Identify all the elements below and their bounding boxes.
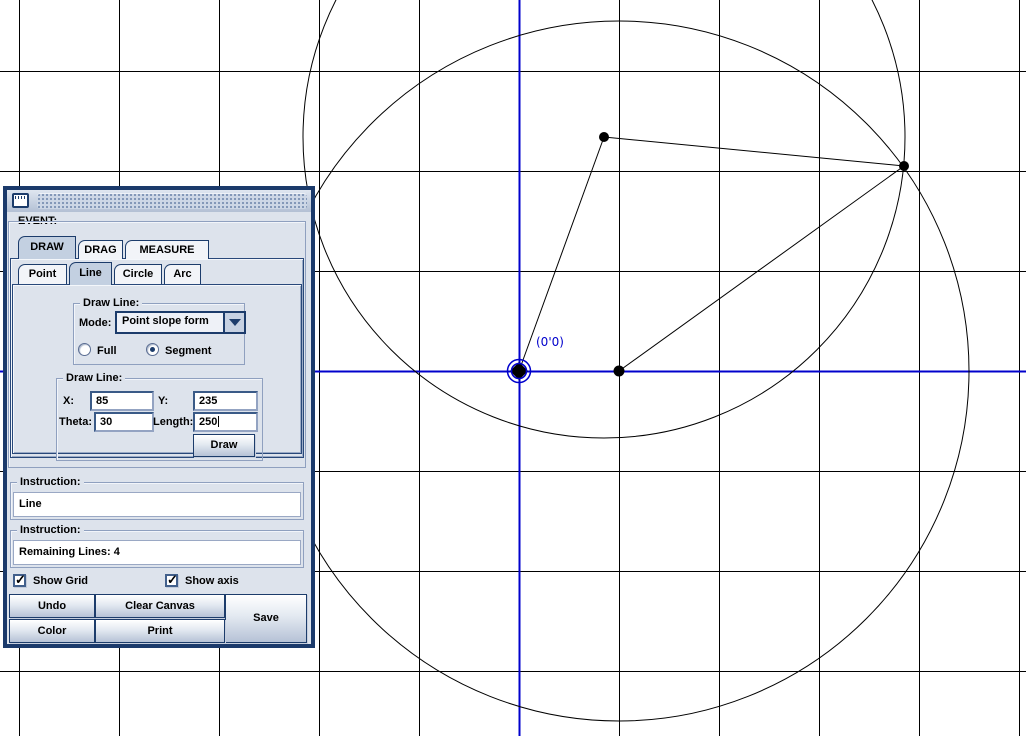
title-bar-texture[interactable] bbox=[37, 193, 307, 209]
instruction1-value: Line bbox=[19, 498, 42, 510]
print-button-label: Print bbox=[147, 625, 173, 637]
color-button[interactable]: Color bbox=[9, 619, 95, 643]
tool-palette-window: EVENT: DRAW DRAG MEASURE Point Line Circ… bbox=[3, 186, 315, 648]
subtab-line[interactable]: Line bbox=[69, 262, 112, 285]
radio-segment-label: Segment bbox=[165, 345, 212, 357]
x-input-value: 85 bbox=[96, 395, 109, 407]
length-input[interactable]: 250 bbox=[193, 412, 258, 432]
app-root: { "panel": { "event_label": "EVENT:", "t… bbox=[0, 0, 1026, 736]
radio-full[interactable] bbox=[78, 343, 91, 356]
mode-combobox-value: Point slope form bbox=[122, 315, 209, 327]
theta-input-value: 30 bbox=[100, 416, 113, 428]
subtab-circle[interactable]: Circle bbox=[114, 264, 162, 285]
chevron-down-icon bbox=[229, 319, 241, 326]
mode-group-title: Draw Line: bbox=[80, 297, 143, 309]
subtab-point[interactable]: Point bbox=[18, 264, 67, 285]
y-input[interactable]: 235 bbox=[193, 391, 258, 411]
length-label: Length: bbox=[153, 416, 194, 428]
tab-measure-label: MEASURE bbox=[139, 244, 195, 256]
undo-button[interactable]: Undo bbox=[9, 594, 95, 618]
tab-drag[interactable]: DRAG bbox=[78, 240, 123, 259]
window-icon-strip bbox=[15, 196, 26, 199]
tab-measure[interactable]: MEASURE bbox=[125, 240, 209, 259]
color-button-label: Color bbox=[37, 625, 67, 637]
x-input[interactable]: 85 bbox=[90, 391, 154, 411]
point-top[interactable] bbox=[599, 132, 609, 142]
theta-input[interactable]: 30 bbox=[94, 412, 154, 432]
origin-coordinate-label: (0'0) bbox=[536, 335, 564, 349]
instruction2-value: Remaining Lines: 4 bbox=[19, 546, 120, 558]
coord-group-title: Draw Line: bbox=[63, 372, 126, 384]
panel-title-bar[interactable] bbox=[7, 190, 311, 212]
print-button[interactable]: Print bbox=[95, 619, 225, 643]
instruction1-title: Instruction: bbox=[17, 476, 84, 488]
point-right[interactable] bbox=[899, 161, 909, 171]
show-grid-label: Show Grid bbox=[33, 575, 88, 587]
radio-segment[interactable] bbox=[146, 343, 159, 356]
window-icon bbox=[12, 193, 29, 208]
mode-combobox-dropdown-button[interactable] bbox=[223, 313, 244, 332]
draw-button[interactable]: Draw bbox=[193, 434, 255, 457]
mode-label: Mode: bbox=[79, 317, 112, 329]
tab-draw-label: DRAW bbox=[30, 241, 64, 253]
tab-drag-label: DRAG bbox=[84, 244, 117, 256]
clear-canvas-button-label: Clear Canvas bbox=[125, 600, 195, 612]
undo-button-label: Undo bbox=[37, 600, 67, 612]
y-label: Y: bbox=[158, 395, 169, 407]
instruction2-title: Instruction: bbox=[17, 524, 84, 536]
tab-draw[interactable]: DRAW bbox=[18, 236, 76, 259]
mode-combobox[interactable]: Point slope form bbox=[115, 311, 246, 334]
subtab-line-label: Line bbox=[79, 267, 102, 279]
instruction1-field[interactable]: Line bbox=[13, 492, 301, 517]
show-axis-label: Show axis bbox=[185, 575, 239, 587]
subtab-arc[interactable]: Arc bbox=[164, 264, 201, 285]
clear-canvas-button[interactable]: Clear Canvas bbox=[95, 594, 225, 618]
instruction2-field[interactable]: Remaining Lines: 4 bbox=[13, 540, 301, 565]
text-caret bbox=[218, 416, 220, 427]
show-axis-checkbox[interactable] bbox=[165, 572, 178, 588]
subtab-circle-label: Circle bbox=[122, 268, 154, 280]
draw-button-label: Draw bbox=[210, 439, 238, 451]
subtab-arc-label: Arc bbox=[173, 268, 192, 280]
subtab-point-label: Point bbox=[28, 268, 57, 280]
theta-label: Theta: bbox=[59, 416, 92, 428]
x-label: X: bbox=[63, 395, 74, 407]
save-button[interactable]: Save bbox=[225, 594, 307, 643]
length-input-value: 250 bbox=[199, 416, 218, 428]
radio-full-label: Full bbox=[97, 345, 117, 357]
y-input-value: 235 bbox=[199, 395, 218, 407]
show-grid-checkbox[interactable] bbox=[13, 572, 26, 588]
save-button-label: Save bbox=[253, 612, 279, 624]
point-on-axis[interactable] bbox=[613, 365, 625, 377]
